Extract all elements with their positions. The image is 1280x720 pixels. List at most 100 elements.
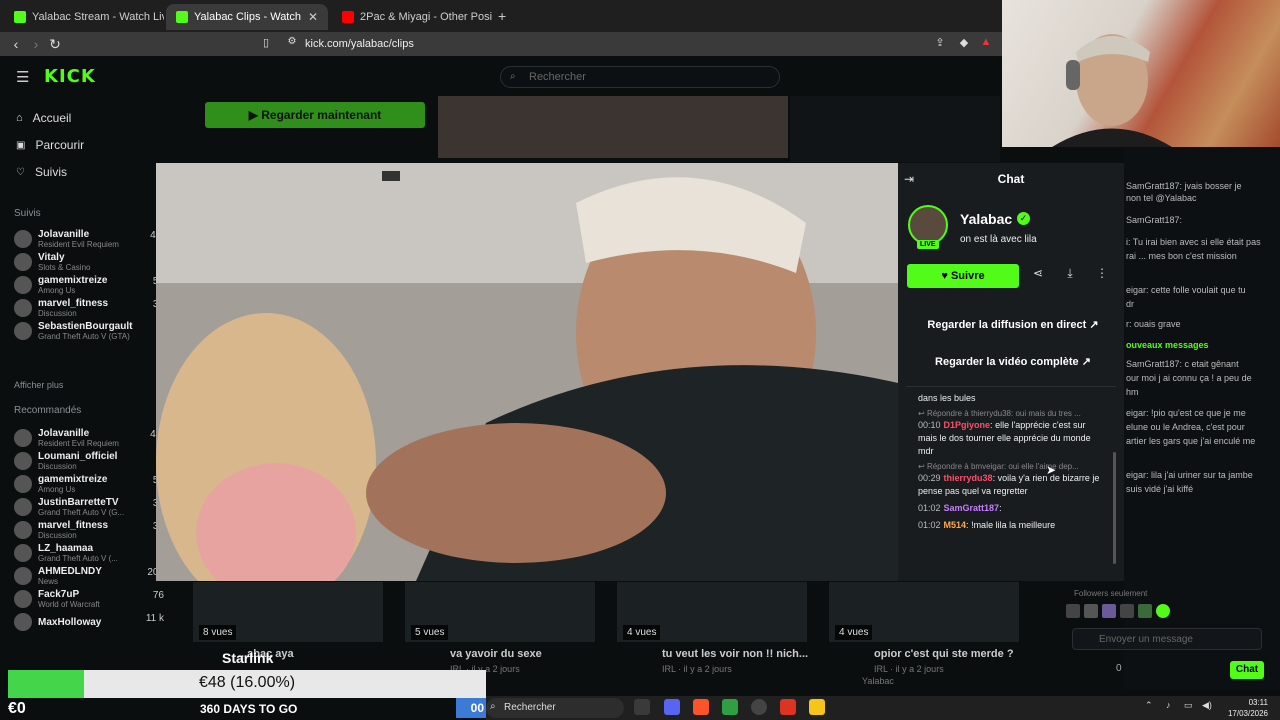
clip-author[interactable]: Yalabac <box>862 676 894 686</box>
channel-category: Grand Theft Auto V (G... <box>38 508 125 517</box>
chrome-icon[interactable] <box>809 699 825 715</box>
tab-yalabac-clips[interactable]: Yalabac Clips - Watch Live on ✕ <box>166 4 328 30</box>
tab-yalabac-stream[interactable]: Yalabac Stream - Watch Live on Kick <box>4 4 164 30</box>
kick-favicon-icon <box>176 11 188 23</box>
back-arrow-icon[interactable]: ‹ <box>8 36 24 52</box>
message-username[interactable]: SamGratt187 <box>944 503 1000 513</box>
channel-category: Among Us <box>38 485 76 494</box>
kick-logo[interactable]: KICK <box>44 66 96 87</box>
message-username[interactable]: M514 <box>944 520 967 530</box>
brave-rewards-icon[interactable]: ▲ <box>978 36 994 48</box>
watch-live-button[interactable]: Regarder la diffusion en direct ↗ <box>910 312 1116 338</box>
chat-send-button[interactable]: Chat <box>1230 661 1264 679</box>
clip-thumbnail[interactable]: 4 vues <box>829 582 1019 642</box>
emote-icon[interactable] <box>1102 604 1116 618</box>
message-username[interactable]: thierrydu38 <box>944 473 993 483</box>
avatar <box>14 498 32 516</box>
clock-date[interactable]: 17/03/2026 <box>1220 709 1268 718</box>
live-chat-line: non tel @Yalabac <box>1126 193 1197 203</box>
clip-meta: IRL · il y a 2 jours <box>662 664 732 674</box>
brave-icon[interactable] <box>693 699 709 715</box>
search-input[interactable]: ⌕ Rechercher <box>500 66 780 88</box>
share-icon[interactable]: ⋖ <box>1027 266 1049 286</box>
chat-message: 00:29 thierrydu38: voila y'a rien de biza… <box>918 473 1100 496</box>
close-tab-icon[interactable]: ✕ <box>308 10 318 24</box>
tab-youtube[interactable]: 2Pac & Miyagi - Other Position (Dark <box>332 4 492 30</box>
url-field[interactable]: kick.com/yalabac/clips <box>305 38 414 50</box>
webcam-frame <box>1052 34 1172 147</box>
avatar <box>14 521 32 539</box>
viewer-count: 11 k <box>145 613 164 624</box>
search-icon: ⌕ <box>490 701 496 712</box>
follow-button[interactable]: ♥ Suivre <box>907 264 1019 288</box>
bookmark-icon[interactable]: ▯ <box>258 36 274 49</box>
sidebar-channel[interactable]: MaxHolloway 11 k <box>14 609 164 635</box>
clip-thumbnail[interactable]: 5 vues <box>405 582 595 642</box>
channel-category: Discussion <box>38 309 77 318</box>
kick-favicon-icon <box>14 11 26 23</box>
channel-name: marvel_fitness <box>38 298 109 309</box>
verified-badge-icon: ✓ <box>1017 212 1030 225</box>
youtube-favicon-icon <box>342 11 354 23</box>
channel-name: Vitaly <box>38 252 65 263</box>
channel-name: Jolavanille <box>38 229 90 240</box>
reply-context[interactable]: ↩ Répondre à thierrydu38: oui mais du tr… <box>918 409 1100 418</box>
avatar[interactable] <box>908 205 948 245</box>
new-tab-icon[interactable]: + <box>498 8 506 24</box>
emote-bar[interactable] <box>1066 604 1262 620</box>
watch-now-button[interactable]: ▶ Regarder maintenant <box>205 102 425 128</box>
files-icon[interactable] <box>722 699 738 715</box>
streamer-name[interactable]: Yalabac <box>960 211 1012 227</box>
chat-message: 01:02 M514: !male lila la meilleure <box>918 520 1056 530</box>
clip-views-badge: 8 vues <box>199 625 237 640</box>
clip-title[interactable]: va yavoir du sexe <box>450 648 542 660</box>
menu-icon[interactable]: ☰ <box>16 68 29 86</box>
clip-thumbnail[interactable]: 8 vues <box>193 582 383 642</box>
nav-accueil[interactable]: ⌂ Accueil <box>16 111 71 125</box>
reply-context[interactable]: ↩ Répondre à bmveigar: oui elle l'aime d… <box>918 462 1100 471</box>
avatar <box>14 322 32 340</box>
clip-title[interactable]: opior c'est qui ste merde ? <box>874 648 1014 660</box>
show-more-link[interactable]: Afficher plus <box>14 380 63 390</box>
microphone-icon[interactable]: ♪ <box>1166 700 1171 710</box>
featured-clip-preview[interactable] <box>438 96 788 158</box>
obs-icon[interactable] <box>751 699 767 715</box>
message-username[interactable]: D1Pgiyone <box>944 420 991 430</box>
message-time: 00:10 <box>918 420 941 430</box>
share-icon[interactable]: ⇪ <box>932 36 948 49</box>
tab-title: 2Pac & Miyagi - Other Position (Dark <box>360 11 492 23</box>
clip-video-player[interactable] <box>156 163 898 581</box>
nav-suivis[interactable]: ♡ Suivis <box>16 165 67 179</box>
sidebar-channel[interactable]: SebastienBourgault Grand Theft Auto V (GT… <box>14 318 164 344</box>
emote-icon[interactable] <box>1138 604 1152 618</box>
volume-icon[interactable]: ◀) <box>1202 700 1212 711</box>
task-view-icon[interactable] <box>634 699 650 715</box>
channel-name: Loumani_officiel <box>38 451 118 462</box>
chat-scrollbar[interactable] <box>1113 452 1116 564</box>
taskbar-search[interactable]: ⌕ Rechercher <box>486 698 624 718</box>
tray-chevron-icon[interactable]: ⌃ <box>1145 700 1153 711</box>
clip-title[interactable]: tu veut les voir non !! nich... <box>662 648 808 660</box>
network-icon[interactable]: ▭ <box>1184 700 1193 711</box>
avatar <box>14 567 32 585</box>
follow-label: Suivre <box>950 270 985 282</box>
download-icon[interactable]: ⤓ <box>1059 266 1081 286</box>
video-frame <box>156 163 898 581</box>
site-info-icon[interactable]: ⚙ <box>284 36 300 47</box>
emote-icon[interactable] <box>1120 604 1134 618</box>
chat-message-input[interactable]: Envoyer un message <box>1072 628 1262 650</box>
forward-arrow-icon[interactable]: › <box>28 36 44 52</box>
emote-icon[interactable] <box>1066 604 1080 618</box>
youtube-app-icon[interactable] <box>780 699 796 715</box>
watch-full-video-button[interactable]: Regarder la vidéo complète ↗ <box>910 349 1116 375</box>
brave-shield-icon[interactable]: ◆ <box>956 36 972 49</box>
nav-parcourir[interactable]: ▣ Parcourir <box>16 138 84 152</box>
emote-icon[interactable] <box>1084 604 1098 618</box>
emote-icon[interactable] <box>1156 604 1170 618</box>
discord-icon[interactable] <box>664 699 680 715</box>
live-chat-line: eigar: !pio qu'est ce que je me <box>1126 408 1246 418</box>
clock-time[interactable]: 03:11 <box>1220 698 1268 707</box>
clip-thumbnail[interactable]: 4 vues <box>617 582 807 642</box>
reload-icon[interactable]: ↻ <box>47 36 63 53</box>
more-options-icon[interactable]: ⋮ <box>1091 266 1113 286</box>
